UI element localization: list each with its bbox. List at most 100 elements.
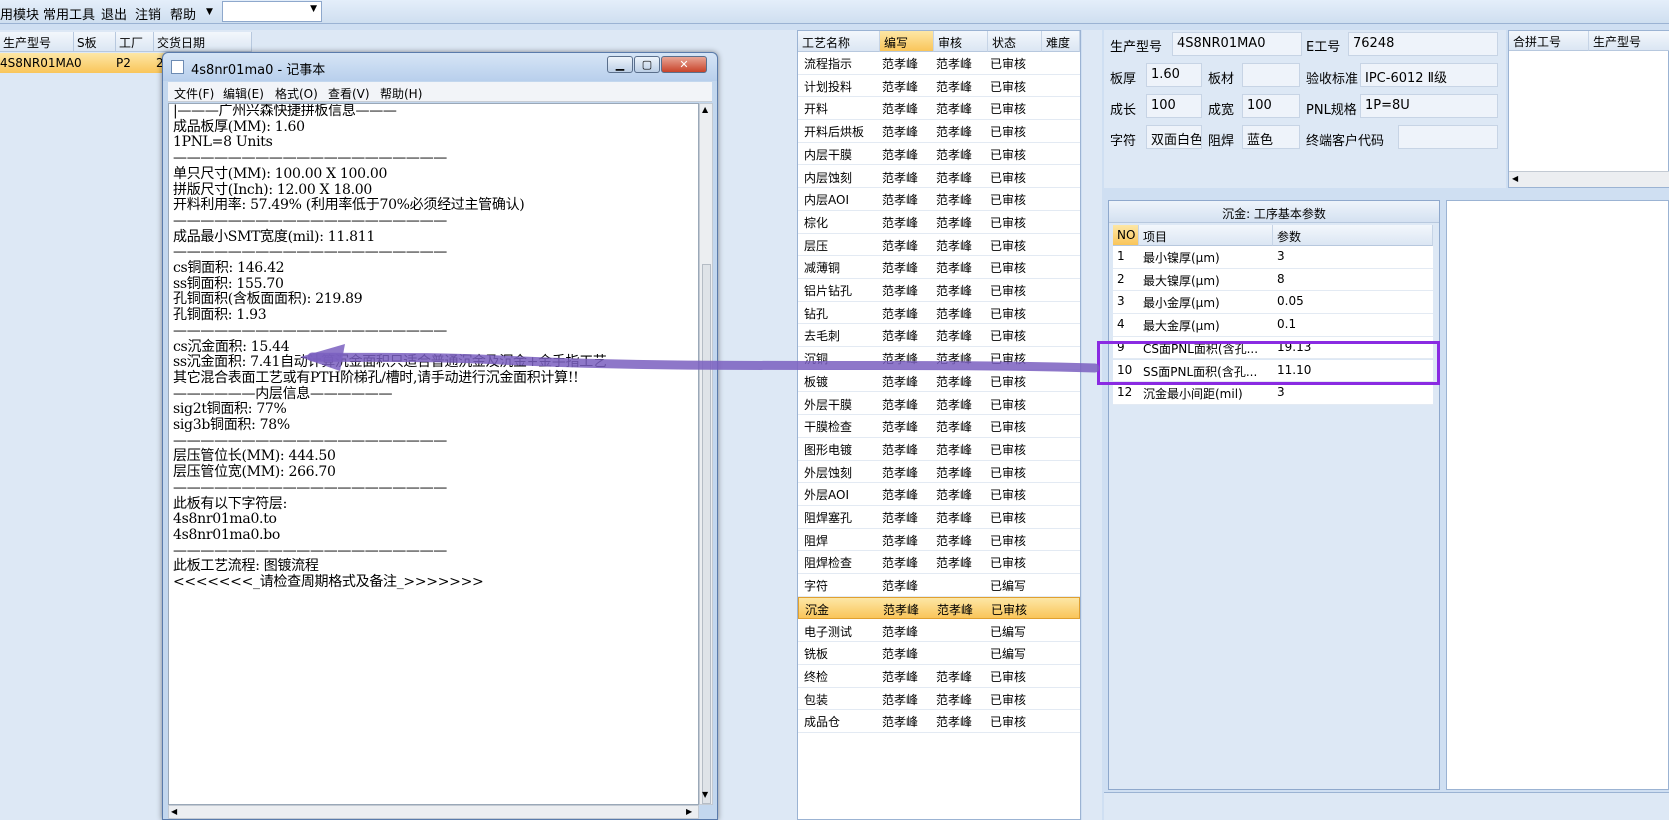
col-s-board[interactable]: S板 [74, 32, 116, 52]
model-field[interactable]: 4S8NR01MA0 [1172, 32, 1302, 56]
toolbar-combo[interactable]: ▼ [222, 1, 322, 22]
table-row[interactable]: 棕化 范孝峰 范孝峰 已审核 [798, 211, 1080, 234]
notepad-menu-help[interactable]: 帮助(H) [380, 85, 422, 102]
table-row[interactable]: 字符 范孝峰 已编写 [798, 574, 1080, 597]
table-row[interactable]: 板镀 范孝峰 范孝峰 已审核 [798, 370, 1080, 393]
notepad-text-area[interactable]: |———广州兴森快捷拼板信息——— 成品板厚(MM): 1.60 1PNL=8 … [168, 103, 699, 805]
table-row[interactable]: 铝片钻孔 范孝峰 范孝峰 已审核 [798, 279, 1080, 302]
process-name: 沉金 [805, 602, 830, 617]
table-row[interactable]: 2 最大镍厚(μm) 8 [1113, 268, 1433, 292]
table-row[interactable]: 计划投料 范孝峰 范孝峰 已审核 [798, 75, 1080, 98]
notepad-titlebar[interactable]: 4s8nr01ma0 - 记事本 ▁ ▢ ✕ [163, 53, 717, 81]
maximize-button[interactable]: ▢ [634, 56, 660, 73]
table-row[interactable]: 外层AOI 范孝峰 范孝峰 已审核 [798, 483, 1080, 506]
col-no[interactable]: NO [1113, 225, 1139, 246]
col-merge-no[interactable]: 合拼工号 [1509, 31, 1589, 51]
scroll-left-icon[interactable]: ◀ [171, 807, 177, 816]
table-row[interactable]: 干膜检查 范孝峰 范孝峰 已审核 [798, 415, 1080, 438]
horizontal-scrollbar[interactable]: ◀ ▶ [168, 805, 699, 819]
width-field[interactable]: 100 [1242, 94, 1300, 118]
table-row[interactable]: 减薄铜 范孝峰 范孝峰 已审核 [798, 256, 1080, 279]
material-field[interactable] [1242, 63, 1300, 87]
notepad-menu-format[interactable]: 格式(O) [275, 85, 318, 102]
pnl-field[interactable]: 1P=8U [1360, 94, 1498, 118]
col-value[interactable]: 参数 [1273, 225, 1433, 246]
minimize-button[interactable]: ▁ [607, 56, 633, 73]
table-row[interactable]: 层压 范孝峰 范孝峰 已审核 [798, 234, 1080, 257]
mask-field[interactable]: 蓝色 [1242, 125, 1300, 149]
vertical-scrollbar[interactable]: ▲ ▼ [699, 103, 713, 805]
menu-help[interactable]: 帮助 [170, 4, 196, 23]
table-row[interactable]: 1 最小镍厚(μm) 3 [1113, 246, 1433, 269]
col-delivery-date[interactable]: 交货日期 [154, 32, 252, 52]
scroll-left-icon[interactable]: ◀ [1512, 174, 1518, 183]
table-row[interactable]: 沉金 范孝峰 范孝峰 已审核 [798, 596, 1080, 620]
col-reviewer[interactable]: 审核 [934, 31, 988, 52]
table-row[interactable]: 外层蚀刻 范孝峰 范孝峰 已审核 [798, 461, 1080, 484]
table-row[interactable]: 内层AOI 范孝峰 范孝峰 已审核 [798, 188, 1080, 211]
col-factory[interactable]: 工厂 [116, 32, 154, 52]
table-row[interactable]: 阻焊 范孝峰 范孝峰 已审核 [798, 529, 1080, 552]
standard-field[interactable]: IPC-6012 Ⅱ级 [1360, 63, 1498, 87]
table-row[interactable]: 成品仓 范孝峰 范孝峰 已审核 [798, 710, 1080, 733]
col-item[interactable]: 项目 [1139, 225, 1273, 246]
table-row[interactable]: 终检 范孝峰 范孝峰 已审核 [798, 665, 1080, 688]
status: 已审核 [990, 329, 1027, 344]
table-row[interactable]: 开料 范孝峰 范孝峰 已审核 [798, 97, 1080, 121]
menu-tools[interactable]: 常用工具 [43, 4, 95, 23]
table-row[interactable]: 阻焊塞孔 范孝峰 范孝峰 已审核 [798, 506, 1080, 529]
table-row[interactable]: 阻焊检查 范孝峰 范孝峰 已审核 [798, 551, 1080, 575]
notepad-menu-file[interactable]: 文件(F) [174, 85, 214, 102]
writer: 范孝峰 [882, 102, 919, 117]
writer: 范孝峰 [882, 329, 919, 344]
thickness-label: 板厚 [1110, 72, 1137, 87]
col-status[interactable]: 状态 [988, 31, 1042, 52]
col-difficulty[interactable]: 难度 [1042, 31, 1080, 52]
char-field[interactable]: 双面白色 [1146, 125, 1202, 149]
table-row[interactable]: 内层蚀刻 范孝峰 范孝峰 已审核 [798, 166, 1080, 189]
width-label: 成宽 [1208, 103, 1235, 118]
writer: 范孝峰 [882, 647, 919, 662]
thickness-field[interactable]: 1.60 [1146, 63, 1202, 87]
pnl-label: PNL规格 [1306, 103, 1357, 118]
status: 已审核 [990, 57, 1027, 71]
scroll-right-icon[interactable]: ▶ [686, 807, 692, 816]
menu-exit[interactable]: 退出 [101, 4, 127, 23]
close-button[interactable]: ✕ [661, 56, 707, 73]
table-row[interactable]: 开料后烘板 范孝峰 范孝峰 已审核 [798, 120, 1080, 143]
length-field[interactable]: 100 [1146, 94, 1202, 118]
table-row[interactable]: 钻孔 范孝峰 范孝峰 已审核 [798, 302, 1080, 325]
table-row[interactable]: 内层干膜 范孝峰 范孝峰 已审核 [798, 143, 1080, 166]
notepad-menu-view[interactable]: 查看(V) [328, 85, 370, 102]
col-merge-model[interactable]: 生产型号 [1589, 31, 1669, 51]
table-row[interactable]: 去毛刺 范孝峰 范孝峰 已审核 [798, 324, 1080, 348]
table-row[interactable]: 包装 范孝峰 范孝峰 已审核 [798, 688, 1080, 711]
col-writer[interactable]: 编写 [880, 31, 934, 52]
table-row[interactable]: 4 最大金厚(μm) 0.1 [1113, 314, 1433, 337]
table-row[interactable]: 12 沉金最小间距(mil) 3 [1113, 382, 1433, 405]
table-row[interactable]: 外层干膜 范孝峰 范孝峰 已审核 [798, 393, 1080, 416]
triangle-down-icon[interactable]: ▼ [206, 7, 213, 17]
table-row[interactable]: 沉铜 范孝峰 范孝峰 已审核 [798, 347, 1080, 370]
menu-modules[interactable]: 用模块 [0, 4, 39, 23]
merge-horizontal-scrollbar[interactable]: ◀ [1509, 171, 1669, 187]
col-model[interactable]: 生产型号 [0, 32, 74, 52]
writer: 范孝峰 [882, 397, 919, 412]
notepad-menu-edit[interactable]: 编辑(E) [223, 85, 264, 102]
table-row[interactable]: 铣板 范孝峰 已编写 [798, 642, 1080, 665]
col-process-name[interactable]: 工艺名称 [798, 31, 880, 52]
splitter[interactable] [1082, 30, 1102, 820]
eno-field[interactable]: 76248 [1348, 32, 1498, 56]
scroll-up-icon[interactable]: ▲ [702, 105, 708, 114]
process-name: 内层干膜 [804, 147, 853, 162]
menu-logout[interactable]: 注销 [135, 4, 161, 23]
scroll-thumb[interactable] [702, 264, 711, 804]
table-row[interactable]: 流程指示 范孝峰 范孝峰 已审核 [798, 52, 1080, 75]
scroll-down-icon[interactable]: ▼ [702, 790, 708, 799]
table-row[interactable]: 电子测试 范孝峰 已编写 [798, 620, 1080, 643]
table-row[interactable]: 3 最小金厚(μm) 0.05 [1113, 291, 1433, 315]
customer-field[interactable] [1398, 125, 1498, 149]
notepad-menubar: 文件(F) 编辑(E) 格式(O) 查看(V) 帮助(H) [168, 82, 712, 102]
status: 已审核 [990, 261, 1027, 276]
table-row[interactable]: 图形电镀 范孝峰 范孝峰 已审核 [798, 438, 1080, 461]
